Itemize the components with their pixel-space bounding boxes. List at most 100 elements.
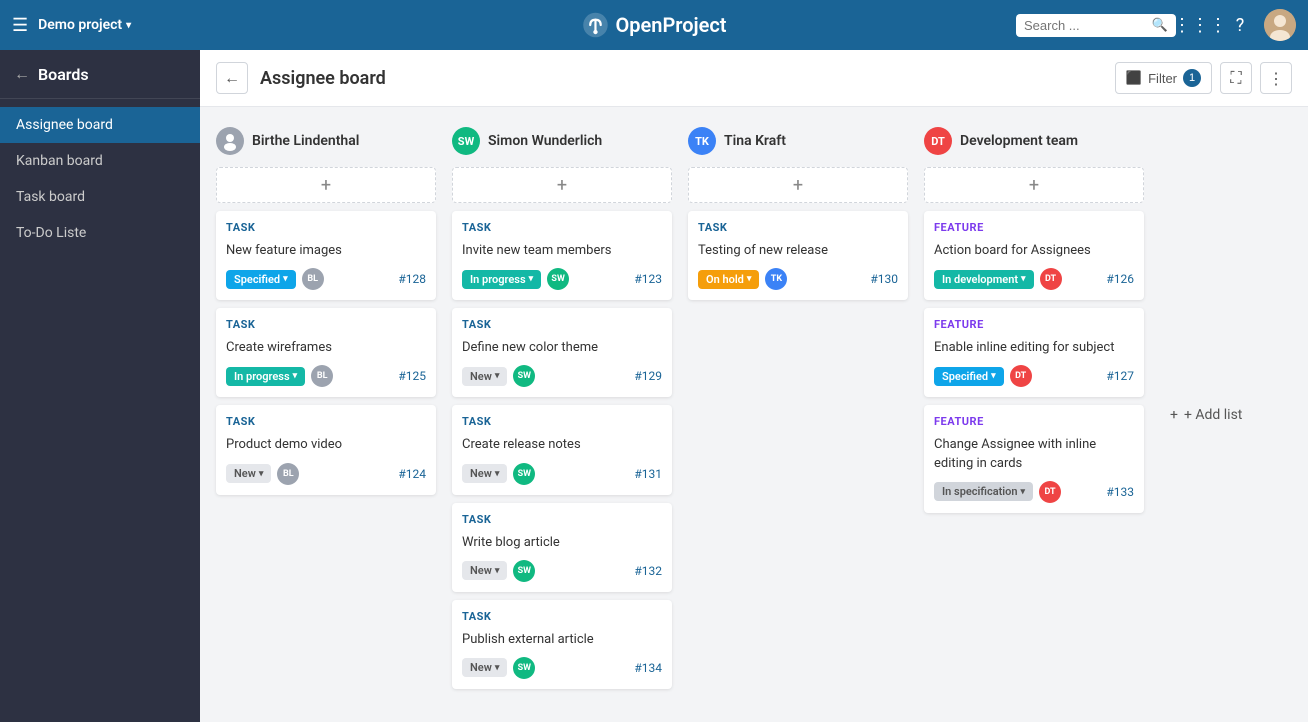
sidebar-item-assignee-board[interactable]: Assignee board [0, 107, 200, 143]
card-footer: New ▾ BL #124 [226, 463, 426, 485]
search-icon: 🔍 [1152, 18, 1168, 33]
column-simon: SW Simon Wunderlich + TASK Invite new te… [452, 123, 672, 706]
status-badge[interactable]: In progress ▾ [226, 367, 305, 386]
search-box[interactable]: 🔍 [1016, 14, 1176, 37]
card-title: Enable inline editing for subject [934, 339, 1134, 357]
card-assignee-avatar: BL [277, 463, 299, 485]
status-badge[interactable]: In specification ▾ [934, 482, 1033, 501]
status-badge[interactable]: New ▾ [462, 464, 507, 483]
help-icon-btn[interactable]: ? [1224, 9, 1256, 41]
status-chevron-icon: ▾ [747, 274, 752, 284]
column-avatar-tina: TK [688, 127, 716, 155]
sidebar-item-label: To-Do Liste [16, 225, 86, 241]
filter-icon: ⬛ [1126, 70, 1142, 86]
status-badge[interactable]: In progress ▾ [462, 270, 541, 289]
table-row[interactable]: FEATURE Action board for Assignees In de… [924, 211, 1144, 300]
column-avatar-simon: SW [452, 127, 480, 155]
status-badge[interactable]: New ▾ [462, 658, 507, 677]
table-row[interactable]: FEATURE Enable inline editing for subjec… [924, 308, 1144, 397]
status-badge[interactable]: Specified ▾ [226, 270, 296, 289]
status-chevron-icon: ▾ [495, 371, 500, 381]
app-name: OpenProject [615, 13, 726, 37]
card-id: #129 [634, 369, 662, 383]
sidebar-item-kanban-board[interactable]: Kanban board [0, 143, 200, 179]
card-title: Publish external article [462, 631, 662, 649]
sidebar-back-button[interactable]: ← [14, 64, 30, 84]
card-id: #126 [1106, 272, 1134, 286]
openproject-logo-icon [581, 11, 609, 39]
table-row[interactable]: TASK New feature images Specified ▾ BL #… [216, 211, 436, 300]
table-row[interactable]: TASK Product demo video New ▾ BL #124 [216, 405, 436, 494]
status-badge[interactable]: New ▾ [462, 561, 507, 580]
card-assignee-avatar: SW [513, 463, 535, 485]
sidebar-header: ← Boards [0, 50, 200, 99]
topnav-right: 🔍 ⋮⋮⋮ ? [1016, 9, 1296, 41]
search-input[interactable] [1024, 18, 1148, 33]
table-row[interactable]: TASK Publish external article New ▾ SW #… [452, 600, 672, 689]
card-type: FEATURE [934, 318, 1134, 331]
card-footer: New ▾ SW #134 [462, 657, 662, 679]
status-chevron-icon: ▾ [293, 371, 298, 381]
status-badge[interactable]: Specified ▾ [934, 367, 1004, 386]
status-chevron-icon: ▾ [529, 274, 534, 284]
table-row[interactable]: FEATURE Change Assignee with inline edit… [924, 405, 1144, 512]
board-area: Birthe Lindenthal + TASK New feature ima… [200, 107, 1308, 722]
table-row[interactable]: TASK Invite new team members In progress… [452, 211, 672, 300]
card-title: Action board for Assignees [934, 242, 1134, 260]
add-list-button[interactable]: + + Add list [1160, 123, 1252, 706]
column-header-development: DT Development team [924, 123, 1144, 159]
add-card-button-birthe[interactable]: + [216, 167, 436, 203]
sidebar-item-todo-liste[interactable]: To-Do Liste [0, 215, 200, 251]
card-type: TASK [462, 415, 662, 428]
card-assignee-avatar: DT [1039, 481, 1061, 503]
user-avatar-image [1264, 9, 1296, 41]
card-id: #131 [634, 467, 662, 481]
card-title: Product demo video [226, 436, 426, 454]
status-badge[interactable]: On hold ▾ [698, 270, 759, 289]
card-footer: New ▾ SW #129 [462, 365, 662, 387]
status-badge[interactable]: New ▾ [226, 464, 271, 483]
card-footer: New ▾ SW #132 [462, 560, 662, 582]
sidebar-item-task-board[interactable]: Task board [0, 179, 200, 215]
sidebar-item-label: Kanban board [16, 153, 103, 169]
table-row[interactable]: TASK Testing of new release On hold ▾ TK… [688, 211, 908, 300]
column-header-tina: TK Tina Kraft [688, 123, 908, 159]
board-back-button[interactable]: ← [216, 62, 248, 94]
status-chevron-icon: ▾ [495, 663, 500, 673]
project-name: Demo project [38, 17, 122, 33]
fullscreen-button[interactable]: ⛶ [1220, 62, 1252, 94]
card-assignee-avatar: TK [765, 268, 787, 290]
table-row[interactable]: TASK Create wireframes In progress ▾ BL … [216, 308, 436, 397]
grid-icon-btn[interactable]: ⋮⋮⋮ [1184, 9, 1216, 41]
status-badge[interactable]: New ▾ [462, 367, 507, 386]
card-type: TASK [462, 318, 662, 331]
card-footer: Specified ▾ BL #128 [226, 268, 426, 290]
add-card-button-development[interactable]: + [924, 167, 1144, 203]
user-avatar[interactable] [1264, 9, 1296, 41]
table-row[interactable]: TASK Create release notes New ▾ SW #131 [452, 405, 672, 494]
more-options-button[interactable]: ⋮ [1260, 62, 1292, 94]
card-type: TASK [462, 610, 662, 623]
sidebar-item-label: Assignee board [16, 117, 113, 133]
card-type: TASK [462, 221, 662, 234]
project-chevron-icon: ▾ [126, 20, 131, 31]
app-layout: ← Boards Assignee board Kanban board Tas… [0, 50, 1308, 722]
card-assignee-avatar: BL [302, 268, 324, 290]
filter-button[interactable]: ⬛ Filter 1 [1115, 62, 1212, 94]
add-list-label: + Add list [1184, 407, 1242, 423]
table-row[interactable]: TASK Write blog article New ▾ SW #132 [452, 503, 672, 592]
project-selector[interactable]: Demo project ▾ [38, 17, 131, 33]
column-title-simon: Simon Wunderlich [488, 133, 602, 149]
main-content: ← Assignee board ⬛ Filter 1 ⛶ ⋮ [200, 50, 1308, 722]
status-badge[interactable]: In development ▾ [934, 270, 1034, 289]
add-card-button-tina[interactable]: + [688, 167, 908, 203]
add-card-button-simon[interactable]: + [452, 167, 672, 203]
column-tina: TK Tina Kraft + TASK Testing of new rele… [688, 123, 908, 706]
card-id: #133 [1106, 485, 1134, 499]
card-footer: Specified ▾ DT #127 [934, 365, 1134, 387]
sidebar-title: Boards [38, 65, 89, 84]
card-id: #128 [398, 272, 426, 286]
card-assignee-avatar: BL [311, 365, 333, 387]
table-row[interactable]: TASK Define new color theme New ▾ SW #12… [452, 308, 672, 397]
hamburger-icon[interactable]: ☰ [12, 15, 28, 36]
